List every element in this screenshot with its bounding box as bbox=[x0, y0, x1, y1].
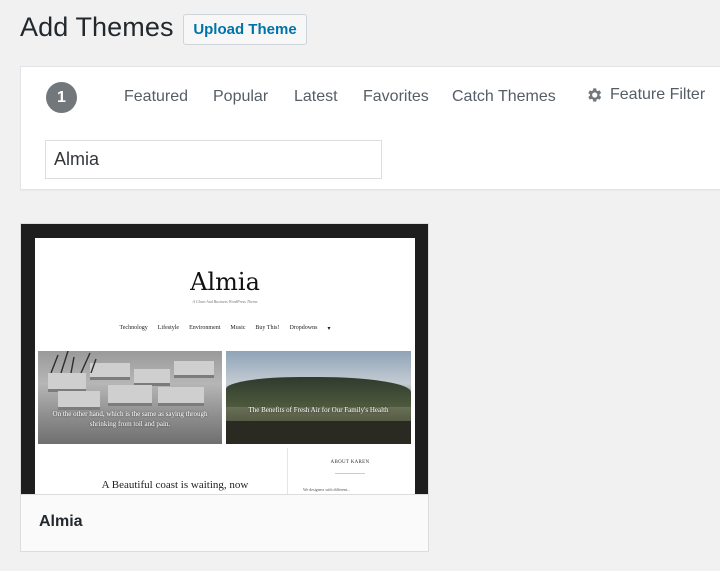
feature-filter-label: Feature Filter bbox=[610, 86, 706, 103]
preview-menu-item: Lifestyle bbox=[157, 325, 180, 331]
theme-card[interactable]: Almia A Clean And Business WordPress The… bbox=[20, 223, 429, 552]
filter-favorites[interactable]: Favorites bbox=[363, 88, 429, 106]
filter-bar: 1 Featured Popular Latest Favorites Catc… bbox=[20, 66, 720, 190]
preview-menu-item: Dropdowns bbox=[289, 325, 318, 331]
theme-name-bar[interactable]: Almia bbox=[21, 494, 428, 551]
page-title: Add Themes bbox=[20, 12, 174, 42]
feature-filter-button[interactable]: Feature Filter bbox=[585, 86, 705, 104]
preview-image-landscape: The Benefits of Fresh Air for Our Family… bbox=[226, 351, 411, 444]
preview-menu-arrow-icon: ▾ bbox=[327, 326, 331, 332]
preview-sidebar-rule bbox=[335, 473, 365, 474]
preview-menu-item: Environment bbox=[189, 325, 221, 331]
filter-featured[interactable]: Featured bbox=[124, 88, 188, 106]
theme-name: Almia bbox=[39, 513, 83, 530]
theme-preview: Almia A Clean And Business WordPress The… bbox=[35, 238, 415, 494]
preview-menu: Technology Lifestyle Environment Music B… bbox=[35, 325, 415, 332]
preview-menu-item: Technology bbox=[119, 325, 148, 331]
preview-body-text: A Beautiful coast is waiting, now bbox=[101, 479, 249, 491]
theme-count-badge: 1 bbox=[46, 82, 77, 113]
preview-image-blocks: On the other hand, which is the same as … bbox=[38, 351, 222, 444]
preview-site-title: Almia bbox=[190, 268, 260, 296]
filter-latest[interactable]: Latest bbox=[294, 88, 338, 106]
preview-sidebar-text: We designers with different... bbox=[303, 487, 351, 492]
preview-caption-right: The Benefits of Fresh Air for Our Family… bbox=[248, 406, 389, 414]
filter-catch-themes[interactable]: Catch Themes bbox=[452, 88, 556, 106]
filter-popular[interactable]: Popular bbox=[213, 88, 268, 106]
theme-screenshot[interactable]: Almia A Clean And Business WordPress The… bbox=[21, 224, 428, 494]
gear-icon bbox=[588, 88, 602, 102]
preview-tagline: A Clean And Business WordPress Theme bbox=[192, 299, 258, 304]
preview-divider bbox=[287, 448, 288, 494]
preview-menu-item: Buy This! bbox=[255, 325, 280, 331]
preview-caption-left: On the other hand, which is the same as … bbox=[52, 410, 208, 428]
preview-sidebar-title: ABOUT KAREN bbox=[330, 460, 370, 465]
upload-theme-button[interactable]: Upload Theme bbox=[183, 14, 307, 45]
preview-menu-item: Music bbox=[230, 325, 246, 331]
theme-search-input[interactable] bbox=[45, 140, 382, 179]
